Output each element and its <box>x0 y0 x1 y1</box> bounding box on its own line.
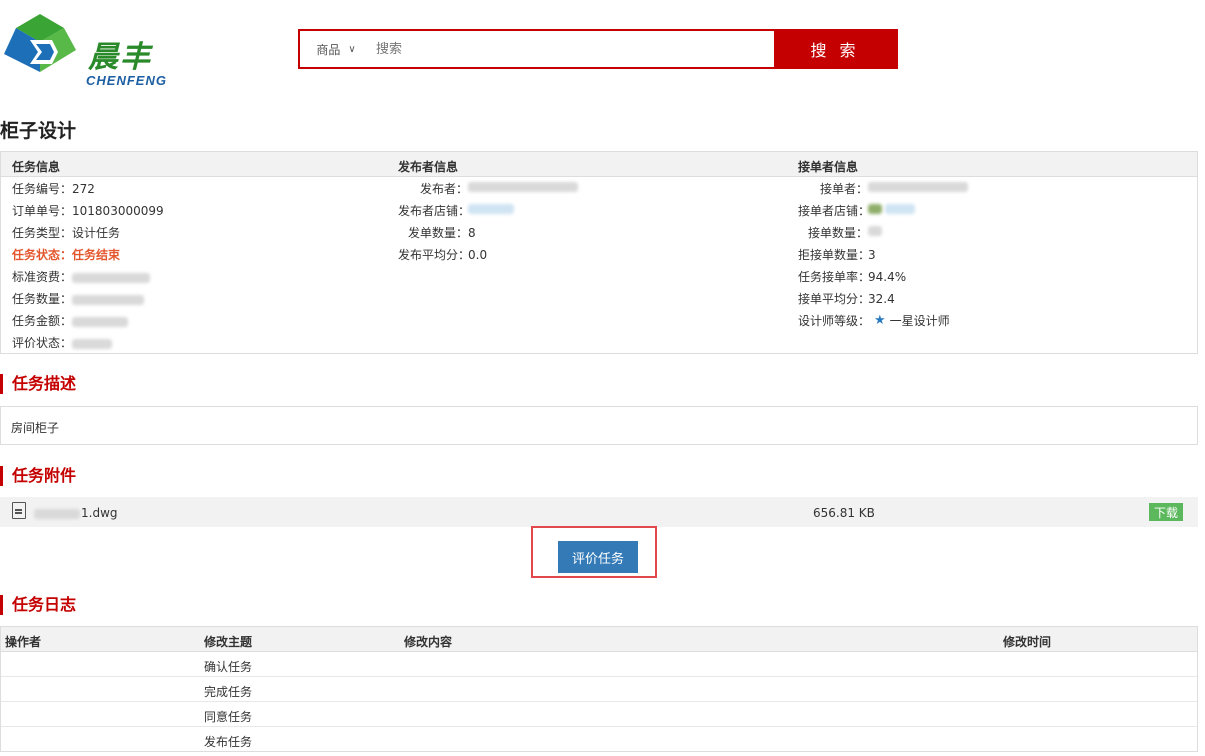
task-info-column: 任务编号：272 订单单号：101803000099 任务类型：设计任务 任务状… <box>12 182 164 358</box>
log-section-title: 任务日志 <box>0 595 76 615</box>
task-status-row: 任务状态：任务结束 <box>12 248 121 262</box>
logo-text-cn: 晨丰 <box>88 40 152 75</box>
receiver-shop-link[interactable] <box>885 204 915 214</box>
receiver-info-column: 接单者： 接单者店铺： 接单数量： 拒接单数量： 3 任务接单率： 94.4% 接单… <box>798 182 968 336</box>
log-subject: 完成任务 <box>204 685 253 699</box>
task-info-header: 任务信息 发布者信息 接单者信息 <box>1 152 1197 177</box>
receive-count-row: 接单数量： <box>798 226 968 248</box>
star-icon: ★ <box>874 313 886 328</box>
attachment-file-name[interactable]: 1.dwg <box>34 506 118 520</box>
order-number: 101803000099 <box>72 204 164 218</box>
log-header-time: 修改时间 <box>1003 635 1052 649</box>
reject-count: 3 <box>868 248 876 262</box>
description-box: 房间柜子 <box>0 406 1198 445</box>
table-row: 发布任务 <box>1 727 1197 752</box>
receive-avg-score: 32.4 <box>868 292 895 306</box>
description-section-title: 任务描述 <box>0 374 76 394</box>
redacted-value <box>868 182 968 192</box>
file-icon <box>12 502 26 519</box>
search-category-select[interactable]: 商品 ∨ <box>300 31 372 67</box>
evaluation-status-row: 评价状态： <box>12 336 164 358</box>
publish-count-row: 发单数量： 8 <box>398 226 578 248</box>
attachments-section-title: 任务附件 <box>0 466 76 486</box>
order-number-row: 订单单号：101803000099 <box>12 204 164 218</box>
publish-avg-score: 0.0 <box>468 248 488 262</box>
table-row: 确认任务 <box>1 652 1197 677</box>
log-header-operator: 操作者 <box>5 635 42 649</box>
publish-count: 8 <box>468 226 476 240</box>
table-row: 完成任务 <box>1 677 1197 702</box>
log-table-header: 操作者 修改主题 修改内容 修改时间 <box>1 627 1197 652</box>
search-bar: 商品 ∨ 搜 索 <box>298 29 898 69</box>
search-button[interactable]: 搜 索 <box>774 31 896 67</box>
log-header-content: 修改内容 <box>404 635 453 649</box>
shop-avatar <box>868 204 882 214</box>
task-info-heading: 任务信息 <box>12 160 61 174</box>
accept-rate-row: 任务接单率： 94.4% <box>798 270 968 292</box>
publisher-row: 发布者： <box>398 182 578 204</box>
task-quantity-row: 任务数量： <box>12 292 164 314</box>
receive-avg-row: 接单平均分： 32.4 <box>798 292 968 314</box>
chevron-down-icon: ∨ <box>348 43 356 55</box>
task-amount-row: 任务金额： <box>12 314 164 336</box>
standard-fee-row: 标准资费： <box>12 270 164 292</box>
receiver-info-heading: 接单者信息 <box>798 160 859 174</box>
attachment-file-size: 656.81 KB <box>813 506 875 520</box>
designer-level-row: 设计师等级： ★ 一星设计师 <box>798 314 968 336</box>
evaluate-task-button[interactable]: 评价任务 <box>558 541 638 573</box>
attachment-row: 1.dwg 656.81 KB 下载 <box>0 497 1198 527</box>
description-text: 房间柜子 <box>11 421 60 435</box>
task-type-row: 任务类型：设计任务 <box>12 226 121 240</box>
publisher-shop-link[interactable] <box>468 204 514 214</box>
publisher-info-heading: 发布者信息 <box>398 160 459 174</box>
task-id-row: 任务编号：272 <box>12 182 95 196</box>
redacted-value <box>72 294 145 305</box>
logo-text-en: CHENFENG <box>86 73 167 88</box>
redacted-value <box>72 316 129 327</box>
evaluate-highlight: 评价任务 <box>531 526 657 578</box>
reject-count-row: 拒接单数量： 3 <box>798 248 968 270</box>
header: 晨丰 CHENFENG 商品 ∨ 搜 索 <box>0 0 1205 100</box>
task-id: 272 <box>72 182 95 196</box>
receiver-row: 接单者： <box>798 182 968 204</box>
log-subject: 同意任务 <box>204 710 253 724</box>
log-header-subject: 修改主题 <box>204 635 253 649</box>
search-input[interactable] <box>372 31 774 67</box>
redacted-value <box>72 272 151 283</box>
page-title: 柜子设计 <box>0 120 77 142</box>
chenfeng-logo[interactable]: 晨丰 CHENFENG <box>0 10 200 90</box>
publish-avg-row: 发布平均分： 0.0 <box>398 248 578 270</box>
redacted-value <box>72 338 113 349</box>
task-type: 设计任务 <box>72 226 121 240</box>
task-status: 任务结束 <box>72 248 121 262</box>
task-log-table: 操作者 修改主题 修改内容 修改时间 确认任务 完成任务 同意任务 发布任务 <box>0 626 1198 752</box>
download-button[interactable]: 下载 <box>1149 503 1183 521</box>
log-subject: 发布任务 <box>204 735 253 749</box>
task-info-table: 任务信息 发布者信息 接单者信息 任务编号：272 订单单号：101803000… <box>0 151 1198 354</box>
designer-level: 一星设计师 <box>889 314 950 328</box>
receiver-shop-row: 接单者店铺： <box>798 204 968 226</box>
publisher-shop-row: 发布者店铺： <box>398 204 578 226</box>
redacted-value <box>868 226 882 236</box>
logo-mark-icon <box>4 14 76 72</box>
search-category-label: 商品 <box>316 42 341 57</box>
log-subject: 确认任务 <box>204 660 253 674</box>
publisher-info-column: 发布者： 发布者店铺： 发单数量： 8 发布平均分： 0.0 <box>398 182 578 270</box>
accept-rate: 94.4% <box>868 270 907 284</box>
table-row: 同意任务 <box>1 702 1197 727</box>
redacted-value <box>468 182 578 192</box>
